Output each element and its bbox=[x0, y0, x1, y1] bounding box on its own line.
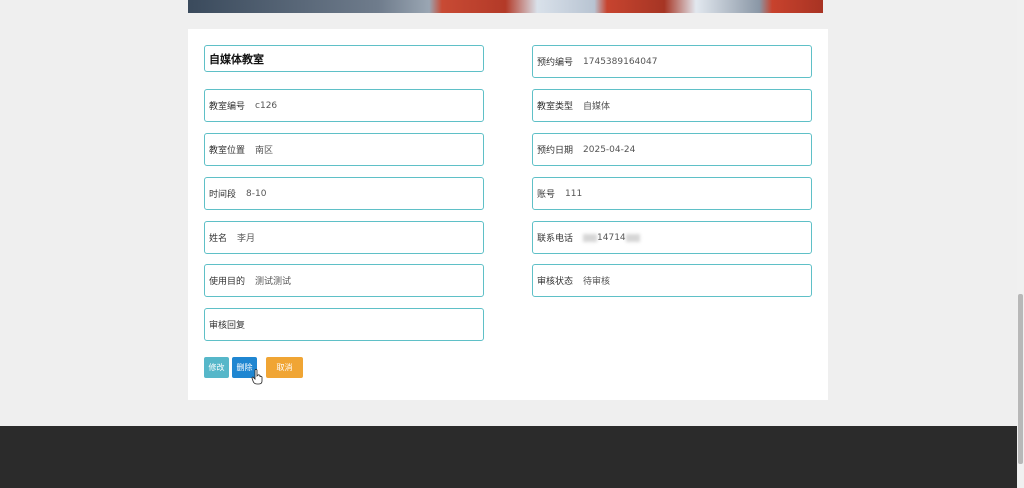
phone-field[interactable]: 联系电话 14714 bbox=[532, 221, 812, 254]
scrollbar-thumb[interactable] bbox=[1018, 294, 1023, 464]
cancel-button[interactable]: 取消 bbox=[266, 357, 303, 378]
field-label: 时间段 bbox=[209, 190, 237, 200]
field-value: c126 bbox=[255, 100, 278, 111]
field-value: 1745389164047 bbox=[583, 56, 658, 67]
field-value: 自媒体 bbox=[583, 102, 611, 112]
field-value: 2025-04-24 bbox=[583, 144, 636, 155]
field-value: 待审核 bbox=[583, 277, 611, 287]
classroom-name-field[interactable]: 自媒体教室 bbox=[204, 45, 484, 72]
field-value: 8-10 bbox=[246, 188, 267, 199]
classroom-type-field[interactable]: 教室类型 自媒体 bbox=[532, 89, 812, 122]
account-field[interactable]: 账号 111 bbox=[532, 177, 812, 210]
redacted-blur bbox=[625, 233, 640, 242]
field-label: 联系电话 bbox=[537, 234, 574, 244]
field-value: 测试测试 bbox=[255, 277, 292, 287]
field-label: 教室编号 bbox=[209, 102, 246, 112]
field-label: 姓名 bbox=[209, 234, 228, 244]
field-label: 审核状态 bbox=[537, 277, 574, 287]
field-value: 111 bbox=[565, 188, 583, 199]
field-label: 审核回复 bbox=[209, 321, 246, 331]
classroom-location-field[interactable]: 教室位置 南区 bbox=[204, 133, 484, 166]
field-label: 教室位置 bbox=[209, 146, 246, 156]
purpose-field[interactable]: 使用目的 测试测试 bbox=[204, 264, 484, 297]
field-value: 南区 bbox=[255, 146, 274, 156]
field-label: 使用目的 bbox=[209, 277, 246, 287]
scrollbar[interactable] bbox=[1017, 0, 1024, 488]
review-status-field[interactable]: 审核状态 待审核 bbox=[532, 264, 812, 297]
reservation-number-field[interactable]: 预约编号 1745389164047 bbox=[532, 45, 812, 78]
field-label: 账号 bbox=[537, 190, 556, 200]
field-value: 李月 bbox=[237, 234, 256, 244]
field-label: 教室类型 bbox=[537, 102, 574, 112]
classroom-number-field[interactable]: 教室编号 c126 bbox=[204, 89, 484, 122]
name-field[interactable]: 姓名 李月 bbox=[204, 221, 484, 254]
detail-card bbox=[188, 29, 828, 400]
edit-button[interactable]: 修改 bbox=[204, 357, 229, 378]
banner-image bbox=[188, 0, 823, 13]
review-reply-field[interactable]: 审核回复 bbox=[204, 308, 484, 341]
hand-cursor-icon bbox=[251, 369, 263, 385]
footer bbox=[0, 426, 1024, 488]
redacted-blur bbox=[583, 233, 598, 242]
classroom-name: 自媒体教室 bbox=[209, 52, 264, 66]
field-label: 预约编号 bbox=[537, 58, 574, 68]
field-value: 14714 bbox=[597, 232, 626, 243]
reservation-date-field[interactable]: 预约日期 2025-04-24 bbox=[532, 133, 812, 166]
field-label: 预约日期 bbox=[537, 146, 574, 156]
time-slot-field[interactable]: 时间段 8-10 bbox=[204, 177, 484, 210]
